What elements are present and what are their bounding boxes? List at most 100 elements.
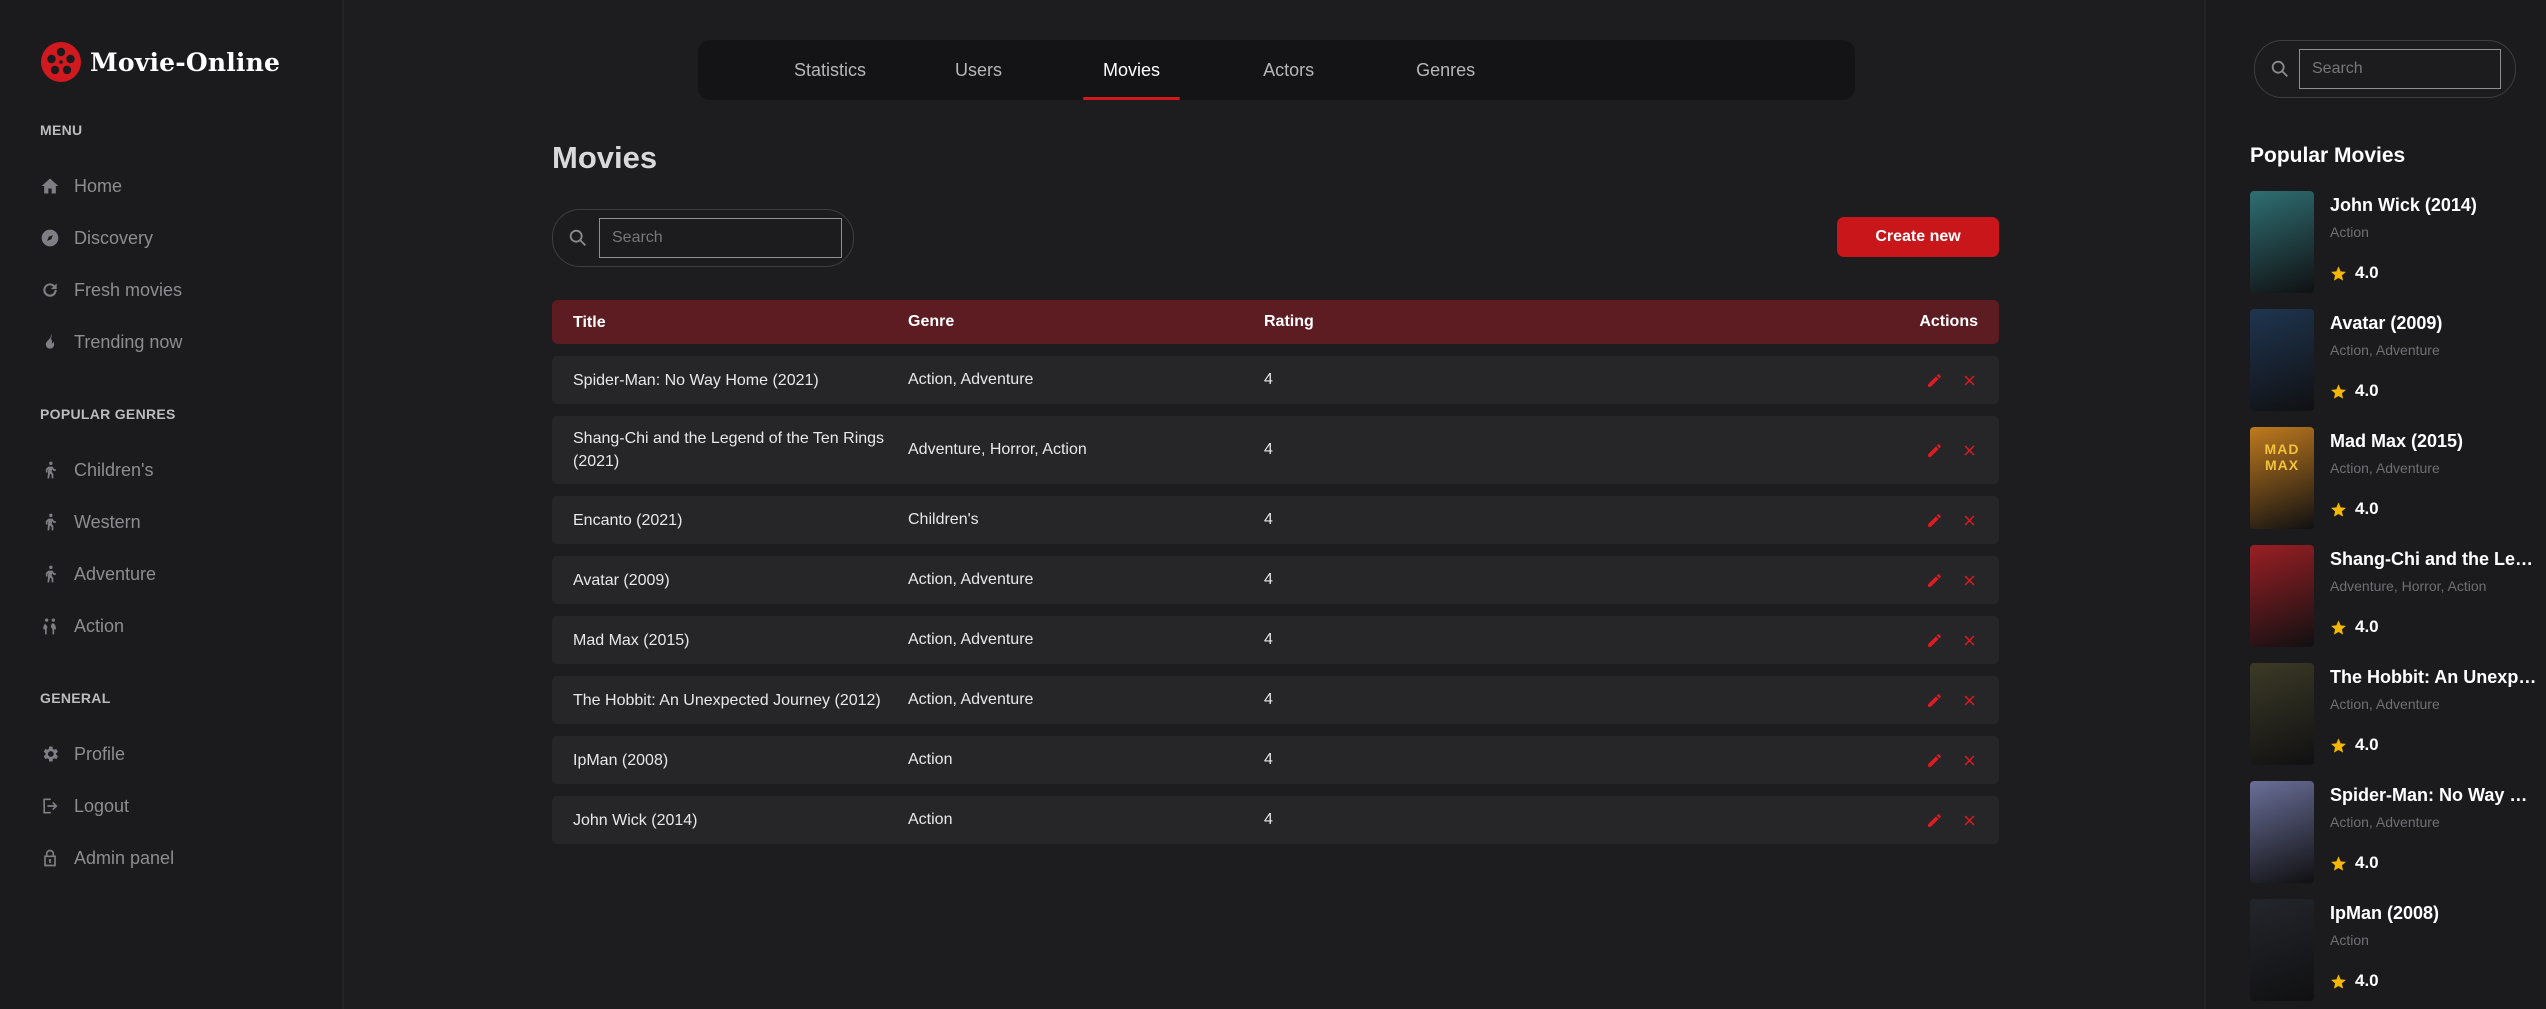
edit-icon[interactable] bbox=[1926, 692, 1943, 709]
table-row[interactable]: Shang-Chi and the Legend of the Ten Ring… bbox=[552, 416, 1999, 484]
cell-genre: Action bbox=[908, 811, 953, 828]
popular-movie-item[interactable]: John Wick (2014) Action 4.0 bbox=[2250, 191, 2540, 309]
column-header-rating: Rating bbox=[1264, 313, 1314, 330]
table-row[interactable]: Avatar (2009) Action, Adventure 4 bbox=[552, 556, 1999, 604]
sidebar-item-home[interactable]: Home bbox=[40, 160, 182, 212]
movie-info: The Hobbit: An Unexpected Journey (2012)… bbox=[2330, 663, 2540, 781]
people-icon bbox=[43, 618, 56, 635]
table-header: Title Genre Rating Actions bbox=[552, 300, 1999, 344]
cell-rating: 4 bbox=[1264, 631, 1273, 648]
cell-rating: 4 bbox=[1264, 751, 1273, 768]
global-search-input[interactable] bbox=[2299, 49, 2501, 89]
movie-genre: Action bbox=[2330, 932, 2369, 948]
movies-table: Title Genre Rating Actions Spider-Man: N… bbox=[552, 300, 1999, 844]
popular-movie-item[interactable]: The Hobbit: An Unexpected Journey (2012)… bbox=[2250, 663, 2540, 781]
sidebar-item-admin-panel[interactable]: Admin panel bbox=[40, 832, 174, 884]
table-row[interactable]: Spider-Man: No Way Home (2021) Action, Ad… bbox=[552, 356, 1999, 404]
star-icon bbox=[2331, 265, 2346, 281]
cell-actions bbox=[1859, 692, 1999, 709]
table-row[interactable]: John Wick (2014) Action 4 bbox=[552, 796, 1999, 844]
sidebar-item-label: Action bbox=[74, 615, 125, 636]
star-icon bbox=[2331, 383, 2346, 399]
popular-movie-item[interactable]: Shang-Chi and the Legend of the Ten Ring… bbox=[2250, 545, 2540, 663]
tab-statistics[interactable]: Statistics bbox=[794, 40, 866, 100]
cell-title: IpMan (2008) bbox=[573, 751, 669, 769]
sidebar-item-fresh-movies[interactable]: Fresh movies bbox=[40, 264, 182, 316]
rating-value: 4.0 bbox=[2355, 735, 2379, 754]
movie-search-input[interactable] bbox=[599, 218, 842, 258]
delete-icon[interactable] bbox=[1961, 752, 1978, 769]
delete-icon[interactable] bbox=[1961, 442, 1978, 459]
cell-actions bbox=[1859, 442, 1999, 459]
sidebar-item-adventure[interactable]: Adventure bbox=[40, 548, 176, 600]
menu-section: MENU Home Discovery Fresh movies Trendin… bbox=[40, 122, 182, 368]
sidebar-item-action[interactable]: Action bbox=[40, 600, 176, 652]
sidebar-item-label: Trending now bbox=[74, 331, 183, 352]
home-icon bbox=[41, 178, 59, 194]
sidebar-item-trending-now[interactable]: Trending now bbox=[40, 316, 182, 368]
edit-icon[interactable] bbox=[1926, 752, 1943, 769]
table-row[interactable]: IpMan (2008) Action 4 bbox=[552, 736, 1999, 784]
star-icon bbox=[2331, 501, 2346, 517]
tab-movies[interactable]: Movies bbox=[1083, 40, 1181, 100]
cell-title: Shang-Chi and the Legend of the Ten Ring… bbox=[573, 430, 885, 470]
edit-icon[interactable] bbox=[1926, 572, 1943, 589]
popular-movie-item[interactable]: MAD MAX Mad Max (2015) Action, Adventure 4.… bbox=[2250, 427, 2540, 545]
movie-info: Spider-Man: No Way Home (2021) Action, Ad… bbox=[2330, 781, 2540, 899]
movie-search-box bbox=[552, 209, 854, 267]
tab-users[interactable]: Users bbox=[955, 40, 1002, 100]
star-icon bbox=[2331, 619, 2346, 635]
sidebar-item-childrens[interactable]: Children's bbox=[40, 444, 176, 496]
movie-genre: Action bbox=[2330, 224, 2369, 240]
movie-rating: 4.0 bbox=[2330, 381, 2379, 401]
delete-icon[interactable] bbox=[1961, 812, 1978, 829]
sidebar-item-label: Admin panel bbox=[74, 847, 175, 868]
edit-icon[interactable] bbox=[1926, 512, 1943, 529]
delete-icon[interactable] bbox=[1961, 572, 1978, 589]
logout-icon bbox=[43, 798, 58, 814]
create-new-button[interactable]: Create new bbox=[1837, 217, 1999, 257]
delete-icon[interactable] bbox=[1961, 372, 1978, 389]
sidebar-item-label: Adventure bbox=[74, 563, 157, 584]
rating-value: 4.0 bbox=[2355, 617, 2379, 636]
edit-icon[interactable] bbox=[1926, 372, 1943, 389]
movie-poster bbox=[2250, 191, 2314, 293]
sidebar-item-profile[interactable]: Profile bbox=[40, 728, 174, 780]
delete-icon[interactable] bbox=[1961, 632, 1978, 649]
movie-info: Shang-Chi and the Legend of the Ten Ring… bbox=[2330, 545, 2540, 663]
table-row[interactable]: Encanto (2021) Children's 4 bbox=[552, 496, 1999, 544]
edit-icon[interactable] bbox=[1926, 812, 1943, 829]
cell-genre: Action bbox=[908, 751, 953, 768]
table-row[interactable]: The Hobbit: An Unexpected Journey (2012)… bbox=[552, 676, 1999, 724]
right-panel: Popular Movies John Wick (2014) Action 4.0… bbox=[2204, 0, 2546, 1009]
table-row[interactable]: Mad Max (2015) Action, Adventure 4 bbox=[552, 616, 1999, 664]
cell-title: Avatar (2009) bbox=[573, 571, 670, 589]
cell-rating: 4 bbox=[1264, 371, 1273, 388]
movie-poster bbox=[2250, 663, 2314, 765]
logo[interactable]: Movie-Online bbox=[40, 40, 280, 84]
popular-movie-item[interactable]: Spider-Man: No Way Home (2021) Action, Ad… bbox=[2250, 781, 2540, 899]
sidebar-item-logout[interactable]: Logout bbox=[40, 780, 174, 832]
column-header-actions: Actions bbox=[1919, 313, 1978, 330]
tab-genres[interactable]: Genres bbox=[1416, 40, 1475, 100]
edit-icon[interactable] bbox=[1926, 442, 1943, 459]
delete-icon[interactable] bbox=[1961, 512, 1978, 529]
movie-poster bbox=[2250, 545, 2314, 647]
cell-title: The Hobbit: An Unexpected Journey (2012) bbox=[573, 691, 881, 709]
cell-genre: Action, Adventure bbox=[908, 691, 1034, 708]
delete-icon[interactable] bbox=[1961, 692, 1978, 709]
rating-value: 4.0 bbox=[2355, 263, 2379, 282]
movie-name: John Wick (2014) bbox=[2330, 195, 2477, 215]
sidebar-item-label: Fresh movies bbox=[74, 279, 183, 300]
star-icon bbox=[2331, 973, 2346, 989]
tab-actors[interactable]: Actors bbox=[1263, 40, 1314, 100]
cell-title: Spider-Man: No Way Home (2021) bbox=[573, 371, 819, 389]
sidebar-item-western[interactable]: Western bbox=[40, 496, 176, 548]
refresh-icon bbox=[43, 283, 57, 297]
popular-movie-item[interactable]: Avatar (2009) Action, Adventure 4.0 bbox=[2250, 309, 2540, 427]
movie-poster: MAD MAX bbox=[2250, 427, 2314, 529]
sidebar-item-discovery[interactable]: Discovery bbox=[40, 212, 182, 264]
cell-rating: 4 bbox=[1264, 511, 1273, 528]
edit-icon[interactable] bbox=[1926, 632, 1943, 649]
popular-movie-item[interactable]: IpMan (2008) Action 4.0 bbox=[2250, 899, 2540, 1009]
